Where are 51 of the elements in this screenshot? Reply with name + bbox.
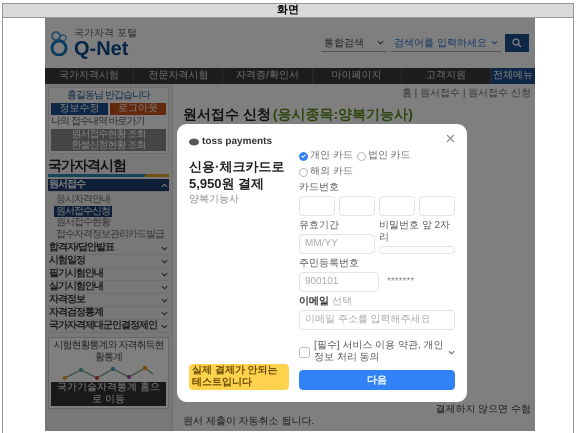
menu-item[interactable]: 합격자/답안발표	[48, 242, 169, 255]
menu-item[interactable]: 자격검정통계	[48, 307, 169, 320]
expiry-field[interactable]: MM/YY	[299, 234, 375, 254]
submenu-item[interactable]: 원서접수신청	[54, 206, 112, 217]
field-label: 주민등록번호	[299, 258, 360, 270]
history-link[interactable]: 나의 접수내역 바로가기	[51, 116, 145, 128]
field-label: 카드번호	[299, 182, 340, 194]
menu-item[interactable]: 자격정보	[48, 294, 169, 307]
test-mode-badge: 실제 결제가 안되는 테스트입니다	[189, 364, 289, 390]
logo-tagline: 국가자격 포털	[74, 28, 137, 38]
exam-subject: (응시종목:양복기능사)	[272, 106, 413, 124]
masked-digits: *******	[386, 275, 416, 289]
card-type-radio[interactable]: 법인 카드	[356, 150, 411, 162]
birth-date-field[interactable]: 900101	[299, 272, 379, 292]
brand-name: toss payments	[202, 136, 272, 148]
menu-item[interactable]: 원서접수	[48, 179, 169, 192]
email-field[interactable]: 이메일 주소를 입력해주세요	[299, 310, 455, 330]
payment-heading: 신용·체크카드로 5,950원 결제	[189, 158, 286, 192]
search-scope-select[interactable]: 통합검색	[321, 34, 388, 52]
field-label: 비밀번호 앞 2자리	[379, 220, 452, 244]
optional-tag: 선택	[332, 296, 352, 307]
next-button[interactable]: 다음	[299, 370, 455, 390]
page-title: 원서접수 신청	[183, 106, 271, 124]
notice-text: 원서 제출이 자동취소 됩니다.	[183, 416, 316, 428]
account-button[interactable]: 로그아웃	[110, 103, 166, 115]
submenu-item[interactable]: 응시자격안내	[54, 194, 112, 206]
account-button[interactable]: 정보수정	[51, 103, 108, 115]
greeting-text: 홍길동님 반갑습니다	[67, 90, 150, 102]
field-label: 이메일	[299, 296, 329, 307]
menu-item[interactable]: 필기시험안내	[48, 268, 169, 281]
menu-item[interactable]: 실기시험안내	[48, 281, 169, 294]
menu-item[interactable]: 시험일정	[48, 255, 169, 268]
nav-item[interactable]: 마이페이지	[312, 68, 402, 84]
notice-text: 결제하지 않으면 수험	[435, 404, 531, 416]
submenu-item[interactable]: 원서접수현황	[54, 217, 112, 228]
card-type-radio[interactable]: 개인 카드	[299, 150, 353, 162]
section-title: 국가자격시험	[48, 157, 127, 173]
submenu-item[interactable]: 접수자격정보관리카드발급	[54, 228, 166, 240]
nav-item[interactable]: 자격증/확인서	[223, 68, 313, 84]
search-field[interactable]: 검색어를 입력하세요	[391, 34, 501, 52]
field-label: 유효기간	[299, 220, 340, 232]
card-type-radio[interactable]: 해외 카드	[299, 166, 353, 178]
all-menu-button[interactable]: 전체메뉴	[491, 68, 535, 84]
item-name: 양복기능사	[189, 194, 240, 206]
menu-item[interactable]: 국가자격제대군인결정제인	[48, 320, 169, 333]
breadcrumb: 홈 | 원서접수 | 원서접수 신청	[402, 88, 531, 100]
banner-caption: 시험현황통계와 자격취득현황통계	[52, 340, 164, 364]
section-header: 화면	[2, 3, 574, 18]
statistics-button[interactable]: 국가기술자격통계 홈으로 이동	[51, 382, 166, 406]
logo-text[interactable]: Q-Net	[74, 38, 137, 58]
agreement-text: [필수] 서비스 이용 약관, 개인정보 처리 동의	[314, 340, 444, 364]
